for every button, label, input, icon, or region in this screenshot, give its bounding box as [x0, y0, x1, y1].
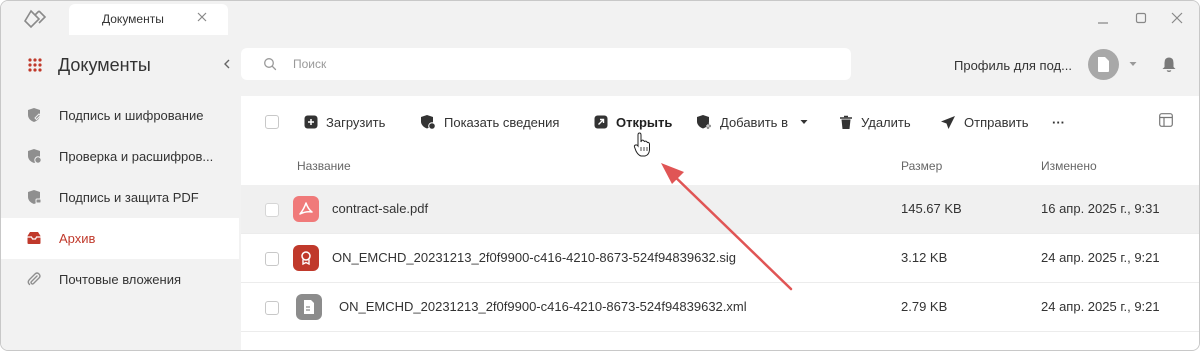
main-panel: Загрузить Показать сведения Открыть Доба…: [241, 96, 1199, 350]
shield-lock-icon: [28, 190, 42, 204]
file-name: ON_EMCHD_20231213_2f0f9900-c416-4210-867…: [332, 250, 737, 265]
file-size: 145.67 KB: [901, 201, 962, 216]
column-modified[interactable]: Изменено: [1041, 159, 1097, 173]
row-checkbox[interactable]: [265, 301, 279, 315]
table-row[interactable]: ON_EMCHD_20231213_2f0f9900-c416-4210-867…: [241, 283, 1199, 332]
row-checkbox[interactable]: [265, 252, 279, 266]
pdf-icon: [293, 196, 319, 222]
shield-pen-icon: [28, 108, 42, 122]
trash-icon: [840, 115, 852, 129]
file-modified: 24 апр. 2025 г., 9:21: [1041, 250, 1160, 265]
sidebar-item-sign-protect-pdf[interactable]: Подпись и защита PDF: [1, 177, 239, 218]
toolbar: Загрузить Показать сведения Открыть Доба…: [241, 96, 1199, 148]
close-window-icon[interactable]: [1170, 11, 1184, 25]
table-header: Название Размер Изменено: [241, 148, 1199, 185]
close-icon[interactable]: [195, 10, 209, 24]
upload-button[interactable]: Загрузить: [304, 113, 385, 131]
table-row[interactable]: ON_EMCHD_20231213_2f0f9900-c416-4210-867…: [241, 234, 1199, 283]
tab-documents[interactable]: Документы: [69, 4, 228, 35]
add-to-button[interactable]: Добавить в: [696, 113, 808, 131]
sidebar-title: Документы: [58, 55, 151, 75]
select-all-checkbox[interactable]: [265, 115, 279, 129]
column-name[interactable]: Название: [297, 159, 351, 173]
title-bar: Документы: [1, 1, 1199, 35]
show-info-button[interactable]: Показать сведения: [420, 113, 559, 131]
shield-check-icon: [28, 149, 42, 164]
send-icon: [941, 115, 955, 129]
sidebar-item-sign-encrypt[interactable]: Подпись и шифрование: [1, 95, 239, 136]
sidebar-item-verify-decrypt[interactable]: Проверка и расшифров...: [1, 136, 239, 177]
app-window: Документы Документы Подпись и шифрование…: [0, 0, 1200, 351]
more-button[interactable]: ···: [1052, 113, 1065, 131]
open-external-icon: [594, 115, 608, 129]
add-to-label: Добавить в: [720, 114, 788, 130]
file-size: 2.79 KB: [901, 299, 948, 314]
sidebar: Документы Подпись и шифрование Проверка …: [1, 35, 241, 350]
sidebar-item-label: Подпись и защита PDF: [59, 190, 199, 205]
search-bar: [241, 48, 851, 80]
caret-down-icon[interactable]: [800, 119, 808, 125]
maximize-icon[interactable]: [1134, 11, 1148, 25]
file-modified: 24 апр. 2025 г., 9:21: [1041, 299, 1160, 314]
delete-label: Удалить: [861, 114, 911, 130]
upload-label: Загрузить: [326, 114, 386, 130]
sidebar-item-label: Подпись и шифрование: [59, 108, 204, 123]
file-name: contract-sale.pdf: [332, 201, 429, 216]
archive-icon: [27, 232, 41, 244]
open-button[interactable]: Открыть: [594, 113, 672, 131]
app-logo-icon: [23, 9, 47, 29]
sidebar-item-mail-attachments[interactable]: Почтовые вложения: [1, 259, 239, 300]
panel-layout-icon[interactable]: [1159, 113, 1173, 127]
search-input[interactable]: [293, 54, 833, 74]
sidebar-item-label: Почтовые вложения: [59, 272, 182, 287]
avatar[interactable]: [1088, 49, 1119, 80]
file-size: 3.12 KB: [901, 250, 948, 265]
file-modified: 16 апр. 2025 г., 9:31: [1041, 201, 1160, 216]
signature-file-icon: [293, 245, 319, 271]
column-size[interactable]: Размер: [901, 159, 942, 173]
search-icon: [264, 58, 277, 71]
xml-file-icon: [296, 294, 322, 320]
document-icon: [1098, 57, 1109, 72]
file-name: ON_EMCHD_20231213_2f0f9900-c416-4210-867…: [339, 299, 747, 314]
sidebar-item-archive[interactable]: Архив: [1, 218, 239, 259]
sidebar-item-label: Проверка и расшифров...: [59, 149, 214, 164]
open-label: Открыть: [616, 114, 673, 130]
chevron-left-icon[interactable]: [221, 58, 233, 70]
send-button[interactable]: Отправить: [940, 113, 1028, 131]
table-row[interactable]: contract-sale.pdf 145.67 KB 16 апр. 2025…: [241, 185, 1199, 234]
minimize-icon[interactable]: [1096, 11, 1110, 25]
paperclip-icon: [27, 272, 41, 286]
sidebar-header: Документы: [1, 35, 241, 95]
send-label: Отправить: [964, 114, 1029, 130]
chevron-down-icon[interactable]: [1129, 61, 1137, 67]
tab-label: Документы: [102, 12, 164, 26]
bell-icon[interactable]: [1161, 56, 1177, 73]
delete-button[interactable]: Удалить: [839, 113, 911, 131]
shield-plus-icon: [697, 115, 711, 129]
apps-grid-icon[interactable]: [27, 57, 43, 73]
more-label: ···: [1052, 114, 1065, 130]
profile-name[interactable]: Профиль для под...: [954, 58, 1072, 73]
shield-info-icon: [421, 115, 436, 130]
show-info-label: Показать сведения: [444, 114, 560, 130]
row-checkbox[interactable]: [265, 203, 279, 217]
plus-square-icon: [304, 115, 318, 129]
sidebar-item-label: Архив: [59, 231, 96, 246]
